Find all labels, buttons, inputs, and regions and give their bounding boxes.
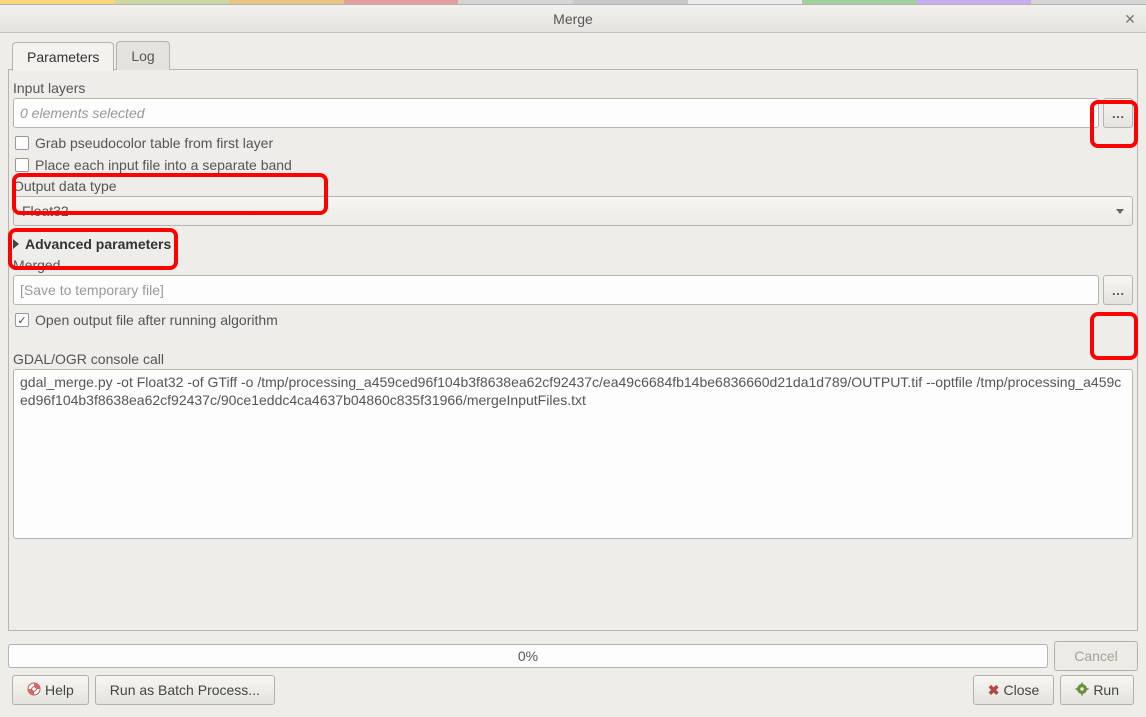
input-layers-field[interactable] xyxy=(13,98,1099,128)
close-icon: ✖ xyxy=(988,682,1000,699)
cancel-button: Cancel xyxy=(1054,641,1138,671)
run-batch-button[interactable]: Run as Batch Process... xyxy=(95,675,275,705)
help-button-label: Help xyxy=(45,682,74,698)
separate-band-checkbox[interactable] xyxy=(15,158,29,172)
close-button-label: Close xyxy=(1004,682,1040,698)
merged-row: … xyxy=(13,275,1133,305)
window-title: Merge xyxy=(553,11,593,27)
title-bar: Merge ✕ xyxy=(0,5,1146,33)
window-close-button[interactable]: ✕ xyxy=(1120,9,1140,29)
pseudocolor-checkbox-row[interactable]: Grab pseudocolor table from first layer xyxy=(13,135,1133,151)
gear-run-icon xyxy=(1075,682,1089,699)
open-output-checkbox[interactable] xyxy=(15,313,29,327)
chevron-down-icon xyxy=(1116,209,1124,214)
output-data-type-label: Output data type xyxy=(13,178,1131,194)
pseudocolor-checkbox-label: Grab pseudocolor table from first layer xyxy=(35,135,273,151)
progress-text: 0% xyxy=(518,648,538,664)
help-button[interactable]: Help xyxy=(12,675,89,705)
lifebuoy-icon xyxy=(27,682,41,699)
output-data-type-select[interactable]: Float32 xyxy=(13,196,1133,226)
merged-browse-button[interactable]: … xyxy=(1103,275,1133,305)
advanced-parameters-label: Advanced parameters xyxy=(25,236,171,252)
tab-log[interactable]: Log xyxy=(116,41,169,70)
console-call-label: GDAL/OGR console call xyxy=(13,351,1131,367)
progress-row: 0% Cancel xyxy=(8,641,1138,671)
merged-output-field[interactable] xyxy=(13,275,1099,305)
console-call-text[interactable]: gdal_merge.py -ot Float32 -of GTiff -o /… xyxy=(13,369,1133,539)
input-layers-row: … xyxy=(13,98,1133,128)
dialog-content: Parameters Log Input layers … Grab pseud… xyxy=(0,33,1146,717)
input-layers-label: Input layers xyxy=(13,80,1131,96)
pseudocolor-checkbox[interactable] xyxy=(15,136,29,150)
run-button-label: Run xyxy=(1093,682,1119,698)
open-output-checkbox-row[interactable]: Open output file after running algorithm xyxy=(13,312,1133,328)
run-button[interactable]: Run xyxy=(1060,675,1134,705)
dialog-window: Merge ✕ Parameters Log Input layers … Gr… xyxy=(0,4,1146,717)
tab-strip: Parameters Log xyxy=(12,41,1138,70)
tab-parameters[interactable]: Parameters xyxy=(12,42,114,71)
parameters-pane: Input layers … Grab pseudocolor table fr… xyxy=(8,69,1138,631)
button-bar: Help Run as Batch Process... ✖ Close xyxy=(8,671,1138,709)
merged-label: Merged xyxy=(13,257,1131,273)
advanced-parameters-toggle[interactable]: Advanced parameters xyxy=(13,236,1133,252)
triangle-right-icon xyxy=(13,239,19,249)
output-data-type-value: Float32 xyxy=(22,203,69,219)
separate-band-checkbox-row[interactable]: Place each input file into a separate ba… xyxy=(13,157,1133,173)
progress-bar: 0% xyxy=(8,644,1048,668)
input-layers-browse-button[interactable]: … xyxy=(1103,98,1133,128)
output-data-type-row: Float32 xyxy=(13,196,1133,226)
form-region: Input layers … Grab pseudocolor table fr… xyxy=(9,78,1137,539)
close-button[interactable]: ✖ Close xyxy=(973,675,1055,705)
separate-band-checkbox-label: Place each input file into a separate ba… xyxy=(35,157,292,173)
open-output-checkbox-label: Open output file after running algorithm xyxy=(35,312,278,328)
